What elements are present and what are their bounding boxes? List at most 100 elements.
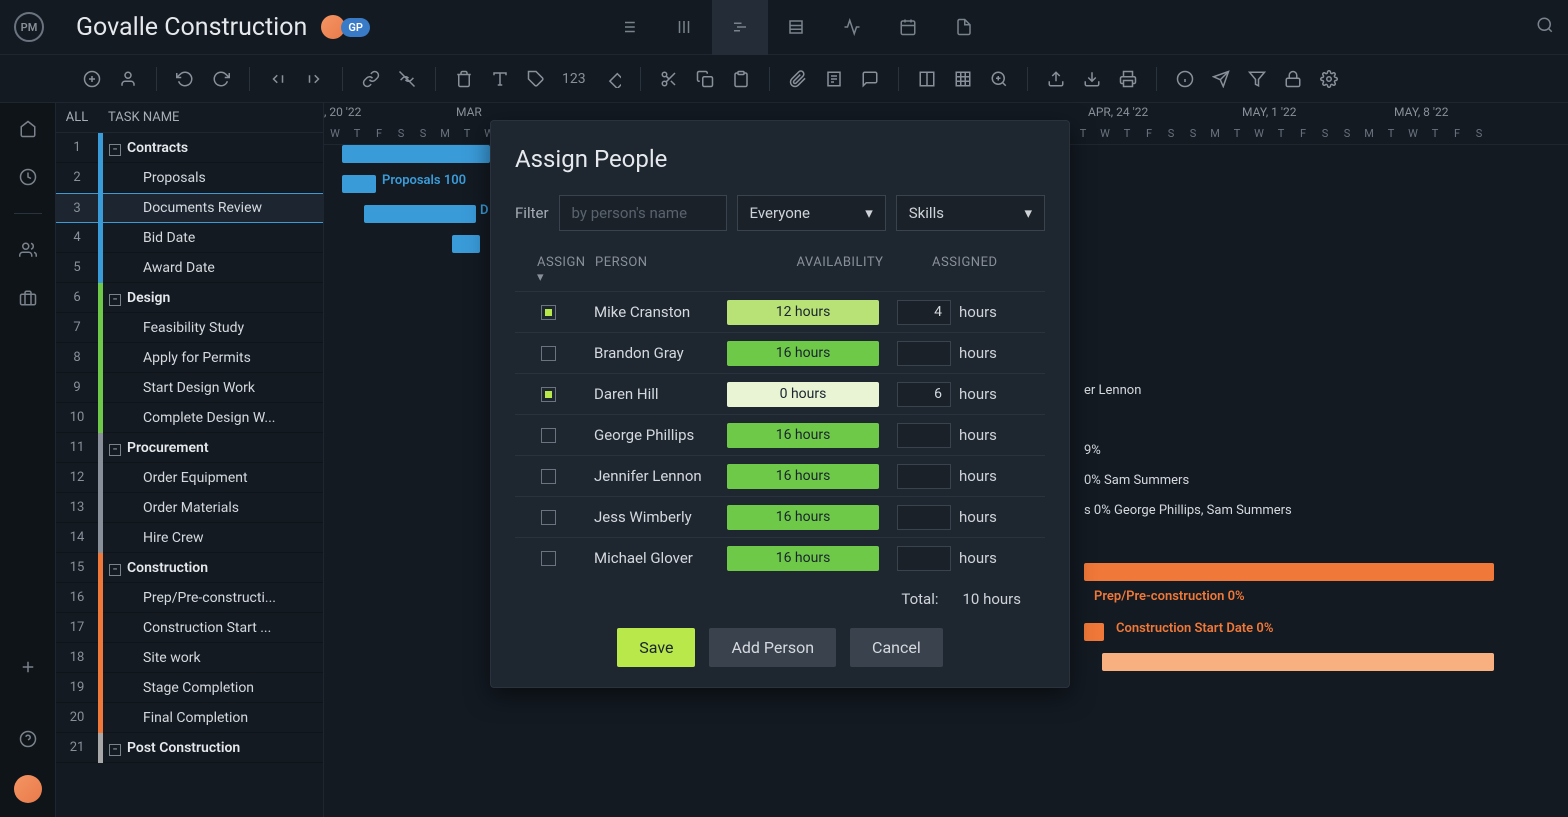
print-icon[interactable] (1114, 65, 1142, 93)
add-icon[interactable] (78, 65, 106, 93)
outdent-icon[interactable] (264, 65, 292, 93)
team-icon[interactable] (16, 238, 40, 262)
task-row[interactable]: 12Order Equipment (56, 463, 323, 493)
collapse-icon[interactable]: − (109, 294, 121, 306)
send-icon[interactable] (1207, 65, 1235, 93)
info-icon[interactable] (1171, 65, 1199, 93)
assign-checkbox[interactable] (541, 428, 556, 443)
gantt-bar[interactable] (342, 175, 376, 193)
task-row[interactable]: 17Construction Start ... (56, 613, 323, 643)
assign-checkbox[interactable] (541, 305, 556, 320)
undo-icon[interactable] (171, 65, 199, 93)
columns-icon[interactable] (913, 65, 941, 93)
scope-select[interactable]: Everyone▾ (737, 195, 886, 231)
task-row[interactable]: 11−Procurement (56, 433, 323, 463)
gantt-view-icon[interactable] (712, 0, 768, 55)
cancel-button[interactable]: Cancel (850, 628, 943, 667)
task-row[interactable]: 16Prep/Pre-constructi... (56, 583, 323, 613)
col-assign[interactable]: ASSIGN ▾ (515, 255, 595, 285)
assign-checkbox[interactable] (541, 346, 556, 361)
trash-icon[interactable] (450, 65, 478, 93)
save-button[interactable]: Save (617, 628, 695, 667)
task-row[interactable]: 1−Contracts (56, 133, 323, 163)
activity-view-icon[interactable] (824, 0, 880, 55)
task-row[interactable]: 10Complete Design W... (56, 403, 323, 433)
import-icon[interactable] (1042, 65, 1070, 93)
search-icon[interactable] (1536, 16, 1554, 38)
col-assigned[interactable]: ASSIGNED (920, 255, 1045, 285)
note-icon[interactable] (820, 65, 848, 93)
column-all[interactable]: ALL (56, 110, 98, 125)
task-row[interactable]: 19Stage Completion (56, 673, 323, 703)
col-person[interactable]: PERSON (595, 255, 760, 285)
tag-icon[interactable] (522, 65, 550, 93)
comment-icon[interactable] (856, 65, 884, 93)
add-person-button[interactable]: Add Person (709, 628, 836, 667)
gantt-bar[interactable] (364, 205, 476, 223)
list-view-icon[interactable] (600, 0, 656, 55)
paste-icon[interactable] (727, 65, 755, 93)
person-icon[interactable] (114, 65, 142, 93)
redo-icon[interactable] (207, 65, 235, 93)
task-row[interactable]: 13Order Materials (56, 493, 323, 523)
home-icon[interactable] (16, 117, 40, 141)
task-row[interactable]: 8Apply for Permits (56, 343, 323, 373)
attach-icon[interactable] (784, 65, 812, 93)
file-view-icon[interactable] (936, 0, 992, 55)
sheet-view-icon[interactable] (768, 0, 824, 55)
task-row[interactable]: 18Site work (56, 643, 323, 673)
indent-icon[interactable] (300, 65, 328, 93)
assign-checkbox[interactable] (541, 510, 556, 525)
calendar-view-icon[interactable] (880, 0, 936, 55)
gantt-bar[interactable] (1084, 623, 1104, 641)
help-icon[interactable] (16, 727, 40, 751)
gantt-bar[interactable] (1084, 563, 1494, 581)
task-row[interactable]: 5Award Date (56, 253, 323, 283)
briefcase-icon[interactable] (16, 286, 40, 310)
assigned-hours-input[interactable] (897, 382, 951, 407)
text-icon[interactable] (486, 65, 514, 93)
gantt-bar[interactable] (1102, 653, 1494, 671)
grid-icon[interactable] (949, 65, 977, 93)
recent-icon[interactable] (16, 165, 40, 189)
assigned-hours-input[interactable] (897, 300, 951, 325)
gantt-bar[interactable] (452, 235, 480, 253)
skills-select[interactable]: Skills▾ (896, 195, 1045, 231)
user-avatar[interactable] (14, 775, 42, 803)
task-row[interactable]: 7Feasibility Study (56, 313, 323, 343)
gantt-bar[interactable] (342, 145, 490, 163)
board-view-icon[interactable] (656, 0, 712, 55)
app-logo[interactable]: PM (14, 12, 44, 42)
task-row[interactable]: 4Bid Date (56, 223, 323, 253)
filter-input[interactable] (559, 195, 727, 231)
task-row[interactable]: 15−Construction (56, 553, 323, 583)
task-row[interactable]: 20Final Completion (56, 703, 323, 733)
task-row[interactable]: 9Start Design Work (56, 373, 323, 403)
plus-icon[interactable] (16, 655, 40, 679)
task-row[interactable]: 6−Design (56, 283, 323, 313)
task-row[interactable]: 14Hire Crew (56, 523, 323, 553)
column-task-name[interactable]: TASK NAME (98, 110, 179, 125)
link-icon[interactable] (357, 65, 385, 93)
task-row[interactable]: 21−Post Construction (56, 733, 323, 763)
assign-checkbox[interactable] (541, 469, 556, 484)
col-availability[interactable]: AVAILABILITY (760, 255, 920, 285)
project-members[interactable]: GP (321, 15, 370, 39)
export-icon[interactable] (1078, 65, 1106, 93)
task-row[interactable]: 2Proposals (56, 163, 323, 193)
collapse-icon[interactable]: − (109, 444, 121, 456)
assign-checkbox[interactable] (541, 387, 556, 402)
settings-icon[interactable] (1315, 65, 1343, 93)
filter-icon[interactable] (1243, 65, 1271, 93)
unlink-icon[interactable] (393, 65, 421, 93)
collapse-icon[interactable]: − (109, 744, 121, 756)
assigned-hours-input[interactable] (897, 341, 951, 366)
lock-icon[interactable] (1279, 65, 1307, 93)
collapse-icon[interactable]: − (109, 564, 121, 576)
assigned-hours-input[interactable] (897, 464, 951, 489)
assigned-hours-input[interactable] (897, 546, 951, 571)
collapse-icon[interactable]: − (109, 144, 121, 156)
assign-checkbox[interactable] (541, 551, 556, 566)
cut-icon[interactable] (655, 65, 683, 93)
diamond-icon[interactable] (598, 65, 626, 93)
